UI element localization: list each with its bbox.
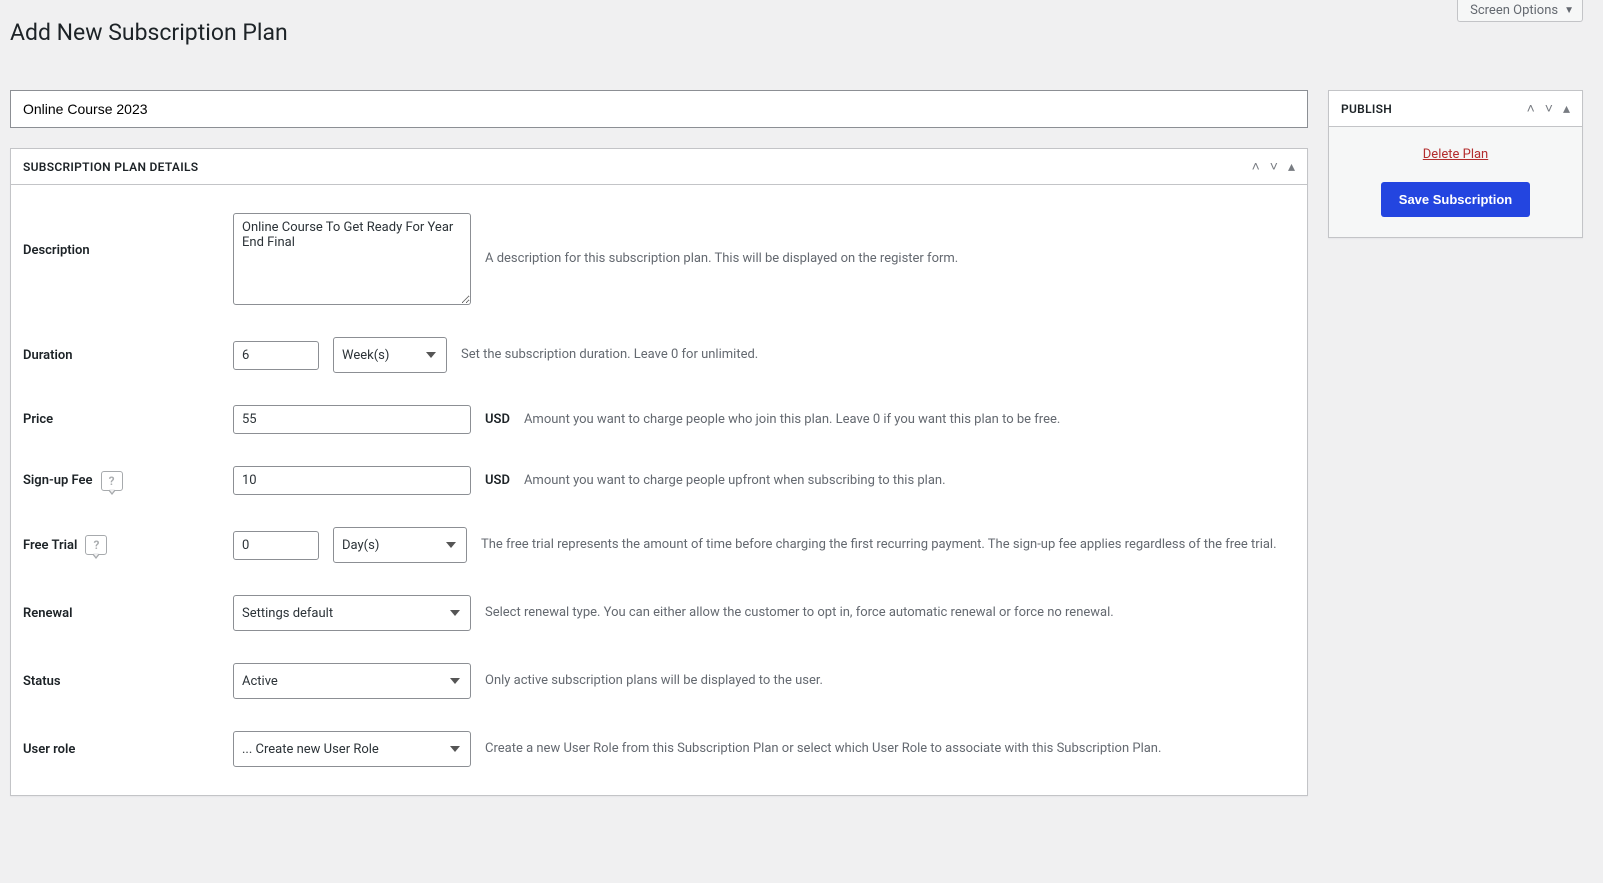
- signup-fee-input[interactable]: [233, 466, 471, 495]
- price-input[interactable]: [233, 405, 471, 434]
- description-label: Description: [23, 213, 233, 258]
- free-trial-help: The free trial represents the amount of …: [481, 535, 1295, 555]
- screen-options-toggle[interactable]: Screen Options ▼: [1457, 0, 1583, 22]
- price-currency: USD: [485, 412, 510, 427]
- status-select[interactable]: Active: [233, 663, 471, 699]
- user-role-label: User role: [23, 742, 233, 757]
- user-role-help: Create a new User Role from this Subscri…: [485, 739, 1295, 759]
- description-help: A description for this subscription plan…: [485, 249, 1295, 269]
- signup-fee-help: Amount you want to charge people upfront…: [524, 471, 1295, 491]
- duration-unit-select[interactable]: Week(s): [333, 337, 447, 373]
- toggle-panel-icon[interactable]: ▴: [1563, 102, 1570, 116]
- publish-box: PUBLISH ˄ ˅ ▴ Delete Plan Save Subscript…: [1328, 90, 1583, 238]
- screen-options-label: Screen Options: [1470, 3, 1558, 18]
- toggle-panel-icon[interactable]: ▴: [1288, 160, 1295, 174]
- renewal-help: Select renewal type. You can either allo…: [485, 603, 1295, 623]
- chevron-down-icon: ▼: [1564, 5, 1574, 16]
- renewal-label: Renewal: [23, 606, 233, 621]
- free-trial-label: Free Trial: [23, 538, 77, 553]
- free-trial-unit-select[interactable]: Day(s): [333, 527, 467, 563]
- move-up-icon[interactable]: ˄: [1527, 102, 1535, 116]
- plan-title-input[interactable]: [10, 90, 1308, 128]
- duration-label: Duration: [23, 348, 233, 363]
- publish-box-title: PUBLISH: [1341, 102, 1392, 116]
- status-help: Only active subscription plans will be d…: [485, 671, 1295, 691]
- move-up-icon[interactable]: ˄: [1252, 160, 1260, 174]
- subscription-details-box: SUBSCRIPTION PLAN DETAILS ˄ ˅ ▴ Descript…: [10, 148, 1308, 796]
- delete-plan-link[interactable]: Delete Plan: [1423, 147, 1488, 162]
- details-box-title: SUBSCRIPTION PLAN DETAILS: [23, 160, 198, 174]
- signup-fee-currency: USD: [485, 473, 510, 488]
- page-title: Add New Subscription Plan: [10, 10, 1583, 50]
- help-icon[interactable]: ?: [101, 471, 123, 491]
- duration-input[interactable]: [233, 341, 319, 370]
- renewal-select[interactable]: Settings default: [233, 595, 471, 631]
- move-down-icon[interactable]: ˅: [1545, 102, 1553, 116]
- price-help: Amount you want to charge people who joi…: [524, 410, 1295, 430]
- save-subscription-button[interactable]: Save Subscription: [1381, 182, 1530, 217]
- free-trial-input[interactable]: [233, 531, 319, 560]
- move-down-icon[interactable]: ˅: [1270, 160, 1278, 174]
- duration-help: Set the subscription duration. Leave 0 f…: [461, 345, 1295, 365]
- user-role-select[interactable]: ... Create new User Role: [233, 731, 471, 767]
- description-textarea[interactable]: [233, 213, 471, 305]
- help-icon[interactable]: ?: [85, 535, 107, 555]
- price-label: Price: [23, 412, 233, 427]
- status-label: Status: [23, 674, 233, 689]
- signup-fee-label: Sign-up Fee: [23, 473, 93, 488]
